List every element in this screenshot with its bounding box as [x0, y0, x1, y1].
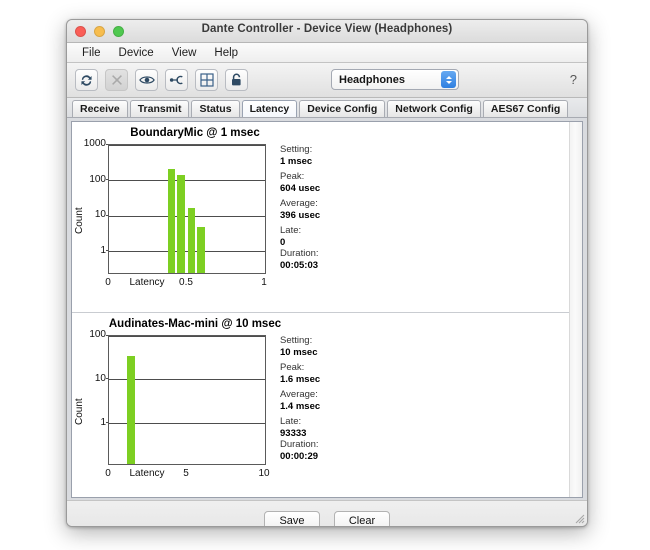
stat-value: 604 usec — [280, 183, 380, 195]
stat-key: Setting: — [280, 144, 380, 156]
stat-key: Setting: — [280, 335, 380, 347]
x-tick-label: 1 — [261, 277, 267, 288]
stat-value: 00:05:03 — [280, 260, 380, 272]
footer-bar: Save Clear — [67, 500, 587, 527]
latency-histogram-2: Audinates-Mac-mini @ 10 msec Count 11010… — [72, 312, 570, 498]
gridline — [109, 180, 265, 181]
resize-grip[interactable] — [573, 512, 585, 524]
stat-key: Late: — [280, 225, 380, 237]
stat-value: 93333 — [280, 428, 380, 440]
y-tick-label: 100 — [76, 329, 106, 340]
clear-routes-icon — [110, 73, 124, 87]
channel-link-button[interactable] — [165, 69, 188, 91]
chart-title-2: Audinates-Mac-mini @ 10 msec — [105, 318, 285, 330]
grid-view-button[interactable] — [195, 69, 218, 91]
tab-network-config[interactable]: Network Config — [387, 100, 481, 117]
stat-key: Duration: — [280, 439, 380, 451]
latency-panel: BoundaryMic @ 1 msec Count 1101001000 00… — [71, 121, 583, 498]
x-tick-label: 0 — [105, 277, 111, 288]
show-device-info-button[interactable] — [135, 69, 158, 91]
chevron-up-icon — [446, 76, 452, 79]
stat-key: Peak: — [280, 171, 380, 183]
stat-value: 1 msec — [280, 156, 380, 168]
chart-xaxis-1: 0 0.5 1 Latency — [108, 276, 266, 292]
chart-plot-area-1 — [108, 144, 266, 274]
app-window: Dante Controller - Device View (Headphon… — [66, 19, 588, 527]
chart-stats-1: Setting:1 msec Peak:604 usec Average:396 u… — [280, 144, 380, 275]
eye-icon — [139, 74, 155, 86]
toolbar: Headphones ? — [67, 63, 587, 98]
y-tick-label: 1000 — [76, 138, 106, 149]
stat-value: 396 usec — [280, 210, 380, 222]
stat-key: Duration: — [280, 248, 380, 260]
window-title: Dante Controller - Device View (Headphon… — [67, 23, 587, 35]
clear-routes-button[interactable] — [105, 69, 128, 91]
histogram-bar — [177, 175, 184, 273]
chart-xaxis-2: 0 5 10 Latency — [108, 467, 266, 483]
y-tick-label: 10 — [76, 209, 106, 220]
toolbar-icon-group — [67, 69, 248, 91]
menu-item-file[interactable]: File — [73, 46, 110, 60]
stat-key: Peak: — [280, 362, 380, 374]
content-area: BoundaryMic @ 1 msec Count 1101001000 00… — [67, 118, 587, 500]
stat-key: Late: — [280, 416, 380, 428]
tab-device-config[interactable]: Device Config — [299, 100, 385, 117]
chart-plot-area-2 — [108, 335, 266, 465]
histogram-bar — [188, 208, 195, 273]
refresh-button[interactable] — [75, 69, 98, 91]
stat-value: 1.4 msec — [280, 401, 380, 413]
tab-aes67-config[interactable]: AES67 Config — [483, 100, 568, 117]
vertical-scrollbar[interactable] — [569, 122, 582, 497]
tab-status[interactable]: Status — [191, 100, 239, 117]
chart-stats-2: Setting:10 msec Peak:1.6 msec Average:1.4 … — [280, 335, 380, 466]
menu-item-help[interactable]: Help — [205, 46, 247, 60]
save-button[interactable]: Save — [264, 511, 320, 527]
channel-link-icon — [169, 74, 185, 86]
chart-title-1: BoundaryMic @ 1 msec — [105, 127, 285, 139]
unlock-button[interactable] — [225, 69, 248, 91]
chart-yaxis-2: 110100 — [72, 335, 106, 465]
device-select-stepper-icon[interactable] — [441, 71, 456, 88]
y-tick-label: 100 — [76, 174, 106, 185]
menu-item-device[interactable]: Device — [110, 46, 163, 60]
stat-value: 0 — [280, 237, 380, 249]
help-button[interactable]: ? — [570, 72, 577, 87]
y-tick-label: 1 — [76, 417, 106, 428]
tab-receive[interactable]: Receive — [72, 100, 128, 117]
histogram-bar — [168, 169, 175, 273]
refresh-icon — [79, 73, 94, 88]
title-bar: Dante Controller - Device View (Headphon… — [67, 20, 587, 43]
chart-yaxis-1: 1101001000 — [72, 144, 106, 274]
histogram-bar — [127, 356, 136, 464]
chart-xlabel: Latency — [129, 468, 164, 479]
menu-bar: File Device View Help — [67, 43, 587, 63]
tab-transmit[interactable]: Transmit — [130, 100, 190, 117]
menu-item-view[interactable]: View — [163, 46, 206, 60]
clear-button[interactable]: Clear — [334, 511, 390, 527]
gridline — [109, 145, 265, 146]
stat-value: 10 msec — [280, 347, 380, 359]
x-tick-label: 0 — [105, 468, 111, 479]
stat-key: Average: — [280, 198, 380, 210]
stat-value: 00:00:29 — [280, 451, 380, 463]
y-tick-label: 10 — [76, 373, 106, 384]
x-tick-label: 10 — [258, 468, 269, 479]
y-tick-label: 1 — [76, 245, 106, 256]
stat-value: 1.6 msec — [280, 374, 380, 386]
chart-xlabel: Latency — [129, 277, 164, 288]
device-select-value: Headphones — [332, 74, 441, 86]
histogram-bar — [197, 227, 204, 273]
gridline — [109, 336, 265, 337]
x-tick-label: 5 — [183, 468, 189, 479]
latency-histogram-1: BoundaryMic @ 1 msec Count 1101001000 00… — [72, 122, 570, 312]
grid-view-icon — [200, 73, 214, 87]
tab-bar: Receive Transmit Status Latency Device C… — [67, 98, 587, 118]
stat-key: Average: — [280, 389, 380, 401]
device-select[interactable]: Headphones — [331, 69, 459, 90]
chevron-down-icon — [446, 81, 452, 84]
tab-latency[interactable]: Latency — [242, 100, 298, 117]
x-tick-label: 0.5 — [179, 277, 193, 288]
unlock-icon — [230, 73, 243, 87]
